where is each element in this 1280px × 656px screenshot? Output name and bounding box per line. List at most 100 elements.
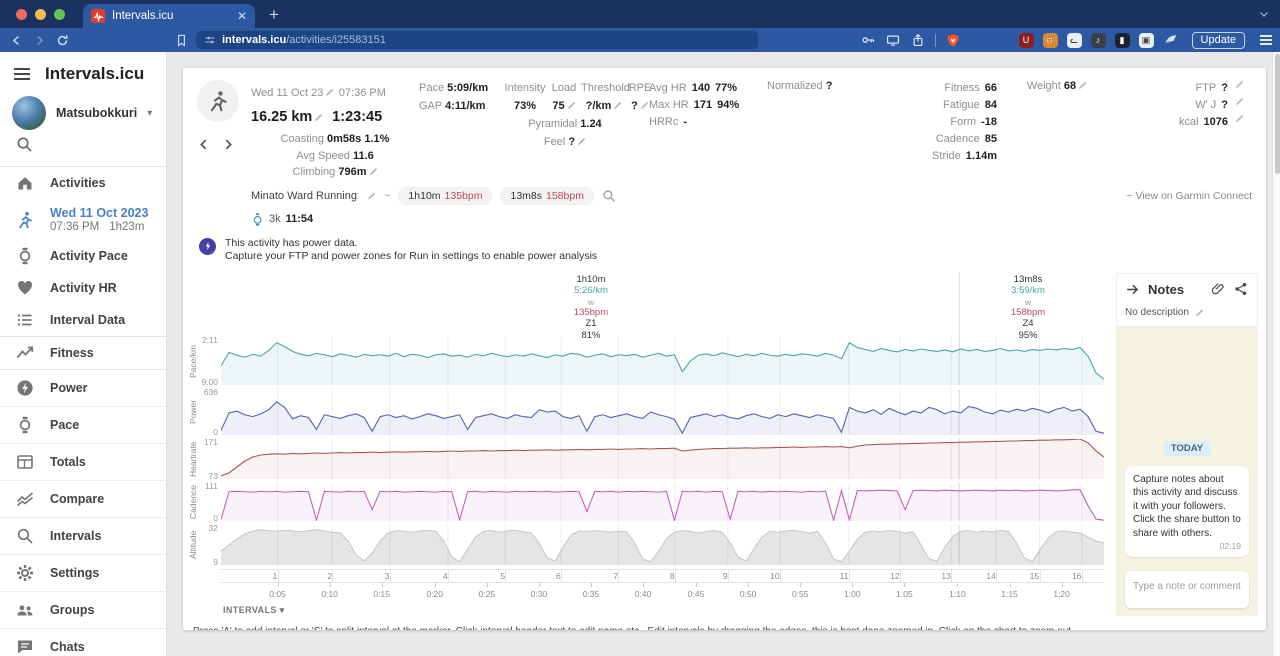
pace-value: 5:09/km bbox=[447, 82, 488, 94]
edit-ftp-icon[interactable] bbox=[1235, 80, 1244, 89]
edit-wj-icon[interactable] bbox=[1235, 97, 1244, 106]
edit-date-icon[interactable] bbox=[325, 88, 334, 97]
sidebar-item-power[interactable]: Power bbox=[0, 370, 166, 406]
sidebar-item-settings[interactable]: Settings bbox=[0, 554, 166, 591]
password-key-icon[interactable] bbox=[860, 32, 876, 48]
interval-header[interactable]: 13m8s3:59/kmw158bpmZ495% bbox=[1011, 274, 1045, 341]
sidebar-item-current-activity[interactable]: Wed 11 Oct 202307:36 PM1h23m bbox=[0, 199, 166, 240]
cadence-label: Cadence bbox=[936, 131, 980, 148]
avg-hr-pct: 77% bbox=[715, 80, 737, 97]
back-button[interactable] bbox=[8, 32, 24, 48]
chart-plot-pacekm[interactable] bbox=[221, 337, 1104, 385]
extension-icon-2[interactable]: 🐵 bbox=[1043, 33, 1058, 48]
sidebar-item-intervals[interactable]: Intervals bbox=[0, 517, 166, 554]
edit-feel-icon[interactable] bbox=[577, 137, 586, 146]
sidebar-item-fitness[interactable]: Fitness bbox=[0, 337, 166, 369]
interval-chip[interactable]: 1h10m135bpm bbox=[398, 187, 492, 205]
stride-label: Stride bbox=[932, 148, 961, 165]
interval-header[interactable]: 1h10m5:26/kmw135bpmZ181% bbox=[574, 274, 608, 341]
update-button[interactable]: Update bbox=[1192, 32, 1245, 49]
chart-plot-cadence[interactable] bbox=[221, 483, 1104, 521]
site-settings-icon[interactable] bbox=[204, 34, 216, 46]
similar-activities-icon[interactable]: ~ bbox=[384, 190, 390, 202]
window-controls[interactable] bbox=[16, 9, 65, 20]
km-axis[interactable]: 12345678910111213141516 bbox=[221, 569, 1104, 583]
intervals-toggle[interactable]: INTERVALS ▾ bbox=[223, 605, 1104, 616]
gap-label: GAP bbox=[419, 100, 442, 112]
threshold-value: ?/km bbox=[586, 100, 612, 112]
garmin-connect-link[interactable]: ~ View on Garmin Connect bbox=[1126, 190, 1252, 202]
edit-distance-icon[interactable] bbox=[314, 113, 323, 122]
sidebar-item-activities[interactable]: Activities bbox=[0, 167, 166, 199]
axis-name: Pace/km bbox=[188, 337, 198, 385]
edit-threshold-icon[interactable] bbox=[613, 101, 622, 110]
page-scrollbar[interactable] bbox=[1272, 52, 1280, 656]
chevron-down-icon[interactable] bbox=[1258, 7, 1270, 25]
sidebar-item-chats[interactable]: Chats bbox=[0, 628, 166, 656]
extension-icon-5[interactable]: ▮ bbox=[1115, 33, 1130, 48]
extension-icon-1[interactable]: U bbox=[1019, 33, 1034, 48]
edit-weight-icon[interactable] bbox=[1078, 81, 1087, 90]
media-device-icon[interactable] bbox=[885, 32, 901, 48]
edit-rpe-icon[interactable] bbox=[640, 101, 649, 110]
user-menu[interactable]: Matsubokkuri ▾ bbox=[0, 94, 166, 132]
watch-icon bbox=[16, 247, 34, 265]
trend-icon bbox=[16, 344, 34, 362]
extension-icon-4[interactable]: ♪ bbox=[1091, 33, 1106, 48]
brave-rewards-icon[interactable] bbox=[1163, 32, 1179, 48]
edit-description-icon[interactable] bbox=[1195, 308, 1204, 317]
chart-plot-heartrate[interactable] bbox=[221, 439, 1104, 479]
edit-name-icon[interactable] bbox=[367, 191, 376, 200]
brave-shield-icon[interactable] bbox=[945, 32, 961, 48]
reload-button[interactable] bbox=[54, 32, 70, 48]
note-input[interactable] bbox=[1125, 571, 1249, 608]
sidebar-item-compare[interactable]: Compare bbox=[0, 480, 166, 517]
edit-climbing-icon[interactable] bbox=[369, 167, 378, 176]
share-notes-icon[interactable] bbox=[1234, 282, 1249, 297]
zoom-window-button[interactable] bbox=[54, 9, 65, 20]
pace-label: Pace bbox=[419, 82, 444, 94]
interval-chip[interactable]: 13m8s158bpm bbox=[500, 187, 593, 205]
forward-button[interactable] bbox=[31, 32, 47, 48]
chart-plot-power[interactable] bbox=[221, 389, 1104, 435]
extension-icon-3[interactable]: ᓚ bbox=[1067, 33, 1082, 48]
browser-tab[interactable]: Intervals.icu ✕ bbox=[83, 4, 255, 28]
extension-icon-6[interactable]: ▣ bbox=[1139, 33, 1154, 48]
collapse-notes-icon[interactable] bbox=[1125, 282, 1140, 297]
sidebar-search-icon[interactable] bbox=[0, 132, 166, 166]
sidebar-item-interval-data[interactable]: Interval Data bbox=[0, 304, 166, 336]
sidebar-item-groups[interactable]: Groups bbox=[0, 591, 166, 628]
new-tab-button[interactable]: + bbox=[269, 6, 279, 23]
max-hr-label: Max HR bbox=[649, 97, 689, 114]
activity-name[interactable]: Minato Ward Running bbox=[251, 190, 357, 202]
activity-chart[interactable]: 1h10m5:26/kmw135bpmZ181% 13m8s3:59/kmw158… bbox=[187, 273, 1104, 616]
close-window-button[interactable] bbox=[16, 9, 27, 20]
browser-menu-icon[interactable] bbox=[1260, 35, 1272, 45]
interval-header-band[interactable]: 1h10m5:26/kmw135bpmZ181%13m8s3:59/kmw158… bbox=[221, 273, 1104, 337]
share-icon[interactable] bbox=[910, 32, 926, 48]
bookmark-icon[interactable] bbox=[173, 32, 189, 48]
tab-close-icon[interactable]: ✕ bbox=[237, 9, 247, 23]
prev-activity-button[interactable] bbox=[197, 138, 210, 151]
form-value: -18 bbox=[981, 114, 997, 131]
browser-tab-bar: Intervals.icu ✕ + bbox=[0, 0, 1280, 28]
hrrc-value: - bbox=[683, 114, 687, 131]
notes-panel: Notes No description TODAY Ca bbox=[1116, 273, 1258, 616]
address-bar[interactable]: intervals.icu/activities/i25583151 bbox=[196, 31, 758, 49]
sidebar-item-activity-pace[interactable]: Activity Pace bbox=[0, 240, 166, 272]
attachment-icon[interactable] bbox=[1211, 282, 1226, 297]
search-intervals-icon[interactable] bbox=[602, 189, 616, 203]
intensity-value: 73% bbox=[503, 98, 547, 115]
axis-name: Cadence bbox=[188, 483, 198, 521]
magnifier-icon bbox=[16, 527, 34, 545]
chart-plot-altitude[interactable] bbox=[221, 525, 1104, 565]
edit-load-icon[interactable] bbox=[567, 101, 576, 110]
sidebar-item-pace[interactable]: Pace bbox=[0, 406, 166, 443]
sidebar-item-totals[interactable]: Totals bbox=[0, 443, 166, 480]
menu-icon[interactable] bbox=[14, 68, 30, 80]
load-value: 75 bbox=[552, 100, 564, 112]
minimize-window-button[interactable] bbox=[35, 9, 46, 20]
next-activity-button[interactable] bbox=[222, 138, 235, 151]
sidebar-item-activity-hr[interactable]: Activity HR bbox=[0, 272, 166, 304]
edit-kcal-icon[interactable] bbox=[1235, 114, 1244, 123]
